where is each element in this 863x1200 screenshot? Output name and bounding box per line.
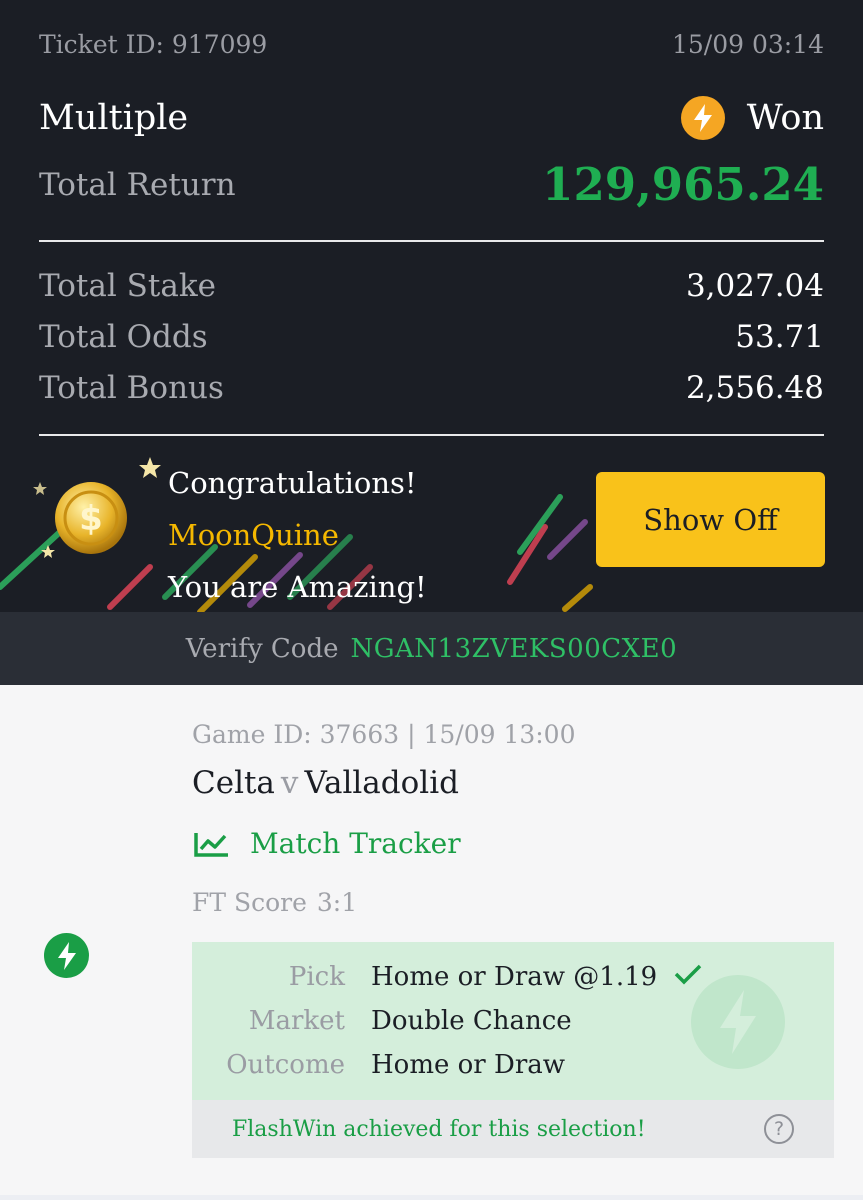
ft-score: FT Score 3:1 [192, 888, 357, 917]
bet-type-row: Multiple Won [39, 96, 824, 140]
ft-score-value: 3:1 [316, 888, 358, 917]
match-tracker-link[interactable]: Match Tracker [192, 827, 461, 860]
home-team: Celta [192, 765, 275, 801]
total-bonus-row: Total Bonus 2,556.48 [39, 370, 824, 406]
flashwin-icon [44, 933, 89, 978]
congrats-message: Congratulations! MoonQuine You are Amazi… [168, 457, 427, 612]
market-value: Double Chance [371, 1006, 572, 1036]
selection-card: Game ID: 37663 | 15/09 13:00 Celta v Valla… [0, 685, 863, 1200]
match-title: Celta v Valladolid [192, 765, 459, 801]
congrats-subtitle: You are Amazing! [168, 570, 427, 604]
total-odds-label: Total Odds [39, 319, 208, 355]
ft-score-label: FT Score [192, 888, 307, 917]
status-badge: Won [680, 96, 824, 140]
total-return-row: Total Return 129,965.24 [39, 158, 824, 211]
line-chart-icon [194, 832, 228, 857]
match-tracker-label: Match Tracker [250, 827, 461, 860]
pick-value: Home or Draw @1.19 [371, 962, 703, 992]
checkmark-icon [673, 963, 703, 985]
total-stake-label: Total Stake [39, 268, 216, 304]
total-odds-row: Total Odds 53.71 [39, 319, 824, 355]
ticket-datetime: 15/09 03:14 [671, 30, 824, 59]
verify-code-label: Verify Code [185, 633, 339, 664]
pick-value-text: Home or Draw @1.19 [371, 962, 658, 992]
outcome-label: Outcome [226, 1050, 345, 1080]
lightning-bolt-icon [680, 96, 725, 140]
bet-type: Multiple [39, 98, 189, 138]
ticket-header-row: Ticket ID: 917099 15/09 03:14 [39, 30, 824, 59]
outcome-value: Home or Draw [371, 1050, 566, 1080]
pick-details: Pick Home or Draw @1.19 Market Double Ch… [192, 942, 834, 1100]
versus-label: v [280, 765, 299, 801]
ticket-id: Ticket ID: 917099 [39, 30, 268, 59]
bottom-border [0, 1195, 863, 1200]
divider [39, 240, 824, 242]
verify-code-value[interactable]: NGAN13ZVEKS00CXE0 [350, 634, 677, 664]
total-stake-value: 3,027.04 [685, 268, 824, 304]
show-off-button[interactable]: Show Off [596, 472, 825, 567]
congrats-title: Congratulations! [168, 466, 417, 500]
away-team: Valladolid [304, 765, 459, 801]
total-bonus-value: 2,556.48 [685, 370, 824, 406]
market-row: Market Double Chance [192, 1006, 834, 1036]
total-bonus-label: Total Bonus [39, 370, 224, 406]
ticket-summary-panel: Ticket ID: 917099 15/09 03:14 Multiple W… [0, 0, 863, 685]
total-odds-value: 53.71 [735, 319, 824, 355]
total-stake-row: Total Stake 3,027.04 [39, 268, 824, 304]
market-label: Market [248, 1006, 345, 1036]
pick-row: Pick Home or Draw @1.19 [192, 962, 834, 992]
svg-text:$: $ [79, 499, 103, 539]
game-meta: Game ID: 37663 | 15/09 13:00 [192, 720, 576, 749]
help-icon[interactable]: ? [764, 1114, 794, 1144]
total-return-label: Total Return [39, 166, 236, 203]
username: MoonQuine [168, 518, 339, 552]
flashwin-note-text: FlashWin achieved for this selection! [232, 1116, 646, 1142]
divider [39, 434, 824, 436]
pick-label: Pick [288, 962, 345, 992]
status-label: Won [746, 98, 824, 138]
verify-code-bar: Verify Code NGAN13ZVEKS00CXE0 [0, 612, 863, 685]
outcome-row: Outcome Home or Draw [192, 1050, 834, 1080]
total-return-value: 129,965.24 [542, 158, 824, 211]
flashwin-note: FlashWin achieved for this selection! ? [192, 1100, 834, 1158]
gold-coin-icon: $ [55, 482, 127, 554]
congrats-banner: $ Congratulations! MoonQuine You are Ama… [0, 437, 863, 612]
